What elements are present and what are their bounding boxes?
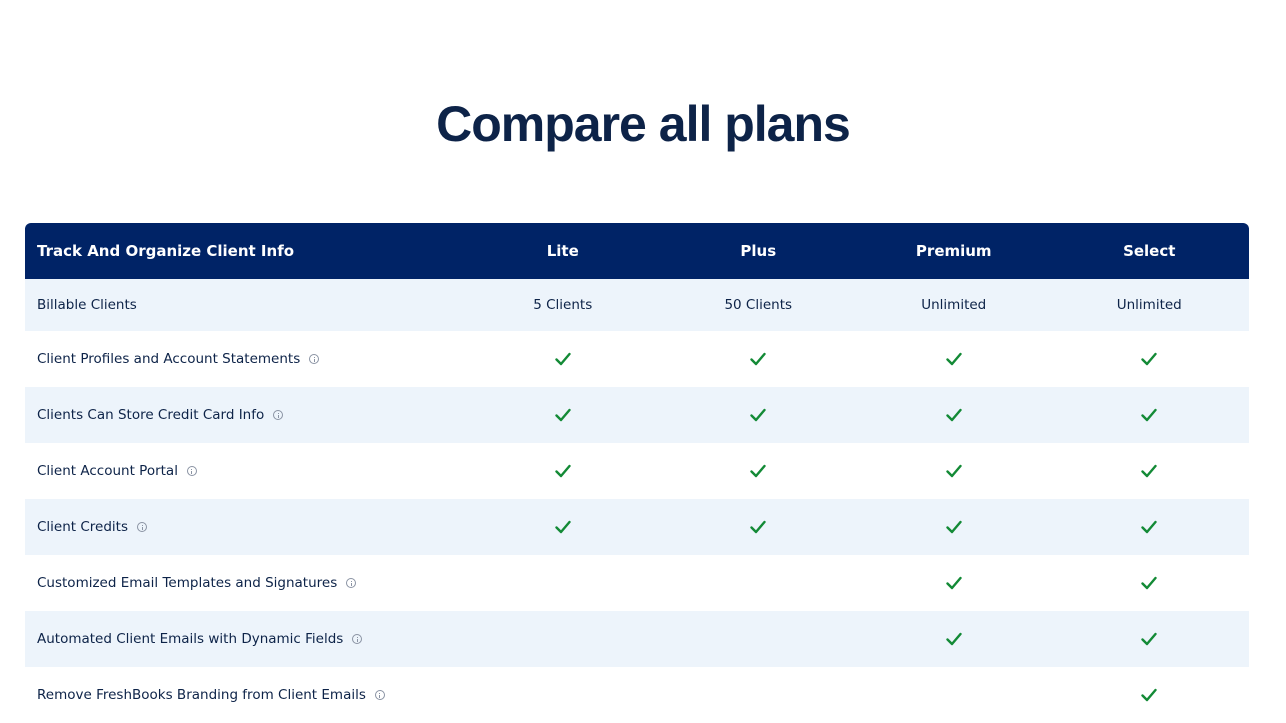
plan-cell-select — [1052, 576, 1248, 590]
info-icon[interactable] — [137, 522, 148, 532]
plan-cell-lite — [465, 464, 661, 478]
feature-cell: Client Profiles and Account Statements — [25, 351, 465, 367]
plan-cell-premium — [856, 408, 1052, 422]
info-icon[interactable] — [352, 634, 363, 644]
feature-cell: Remove FreshBooks Branding from Client E… — [25, 687, 465, 703]
plan-cell-select — [1052, 352, 1248, 366]
plan-value: 50 Clients — [724, 297, 793, 313]
plan-cell-select: Unlimited — [1052, 297, 1248, 313]
plan-cell-lite: 5 Clients — [465, 297, 661, 313]
check-icon — [1141, 464, 1157, 478]
info-icon[interactable] — [346, 578, 357, 588]
check-icon — [750, 352, 766, 366]
feature-cell: Automated Client Emails with Dynamic Fie… — [25, 631, 465, 647]
feature-cell: Clients Can Store Credit Card Info — [25, 407, 465, 423]
plan-header-plus: Plus — [740, 242, 777, 260]
check-icon — [750, 520, 766, 534]
table-row: Client Profiles and Account Statements — [25, 331, 1249, 387]
table-row: Billable Clients 5 Clients 50 Clients Unlim… — [25, 279, 1249, 331]
check-icon — [750, 408, 766, 422]
feature-label: Client Account Portal — [37, 463, 178, 479]
plan-cell-plus: 50 Clients — [661, 297, 857, 313]
plan-cell-plus — [661, 464, 857, 478]
plan-value: 5 Clients — [533, 297, 593, 313]
check-icon — [946, 352, 962, 366]
plan-comparison-table: Track And Organize Client Info Lite Plus… — [25, 223, 1249, 723]
plan-cell-select — [1052, 632, 1248, 646]
table-row: Clients Can Store Credit Card Info — [25, 387, 1249, 443]
table-row: Client Credits — [25, 499, 1249, 555]
check-icon — [946, 408, 962, 422]
feature-label: Customized Email Templates and Signature… — [37, 575, 338, 591]
check-icon — [750, 464, 766, 478]
plan-header-premium: Premium — [915, 242, 992, 260]
page-title: Compare all plans — [436, 96, 851, 152]
check-icon — [1141, 688, 1157, 702]
check-icon — [555, 352, 571, 366]
check-icon — [555, 408, 571, 422]
feature-label: Remove FreshBooks Branding from Client E… — [37, 687, 366, 703]
table-header-row: Track And Organize Client Info Lite Plus… — [25, 223, 1249, 279]
plan-header-lite: Lite — [546, 242, 579, 260]
table-row: Customized Email Templates and Signature… — [25, 555, 1249, 611]
plan-cell-lite — [465, 520, 661, 534]
check-icon — [555, 520, 571, 534]
check-icon — [1141, 520, 1157, 534]
plan-cell-plus — [661, 352, 857, 366]
feature-label: Client Profiles and Account Statements — [37, 351, 301, 367]
check-icon — [555, 464, 571, 478]
plan-cell-premium — [856, 520, 1052, 534]
table-body: Billable Clients 5 Clients 50 Clients Unlim… — [25, 279, 1249, 723]
plan-cell-premium — [856, 464, 1052, 478]
check-icon — [946, 464, 962, 478]
feature-cell: Billable Clients — [25, 297, 465, 313]
table-row: Automated Client Emails with Dynamic Fie… — [25, 611, 1249, 667]
plan-cell-select — [1052, 464, 1248, 478]
plan-cell-premium: Unlimited — [856, 297, 1052, 313]
plan-cell-select — [1052, 688, 1248, 702]
info-icon[interactable] — [309, 354, 320, 364]
check-icon — [946, 632, 962, 646]
info-icon[interactable] — [273, 410, 284, 420]
section-title: Track And Organize Client Info — [37, 242, 295, 260]
check-icon — [1141, 408, 1157, 422]
feature-cell: Client Credits — [25, 519, 465, 535]
check-icon — [1141, 632, 1157, 646]
info-icon[interactable] — [186, 466, 197, 476]
feature-cell: Client Account Portal — [25, 463, 465, 479]
plan-cell-premium — [856, 632, 1052, 646]
feature-label: Billable Clients — [37, 297, 137, 313]
info-icon[interactable] — [374, 690, 385, 700]
check-icon — [946, 520, 962, 534]
plan-cell-select — [1052, 520, 1248, 534]
check-icon — [1141, 352, 1157, 366]
feature-label: Clients Can Store Credit Card Info — [37, 407, 265, 423]
plan-cell-plus — [661, 520, 857, 534]
table-row: Client Account Portal — [25, 443, 1249, 499]
plan-value: Unlimited — [921, 297, 987, 313]
plan-cell-premium — [856, 352, 1052, 366]
feature-label: Automated Client Emails with Dynamic Fie… — [37, 631, 344, 647]
plan-cell-plus — [661, 408, 857, 422]
feature-label: Client Credits — [37, 519, 129, 535]
plan-value: Unlimited — [1116, 297, 1182, 313]
plan-cell-premium — [856, 576, 1052, 590]
plan-cell-lite — [465, 408, 661, 422]
plan-cell-select — [1052, 408, 1248, 422]
feature-cell: Customized Email Templates and Signature… — [25, 575, 465, 591]
plan-header-select: Select — [1123, 242, 1176, 260]
table-row: Remove FreshBooks Branding from Client E… — [25, 667, 1249, 723]
check-icon — [1141, 576, 1157, 590]
check-icon — [946, 576, 962, 590]
plan-cell-lite — [465, 352, 661, 366]
